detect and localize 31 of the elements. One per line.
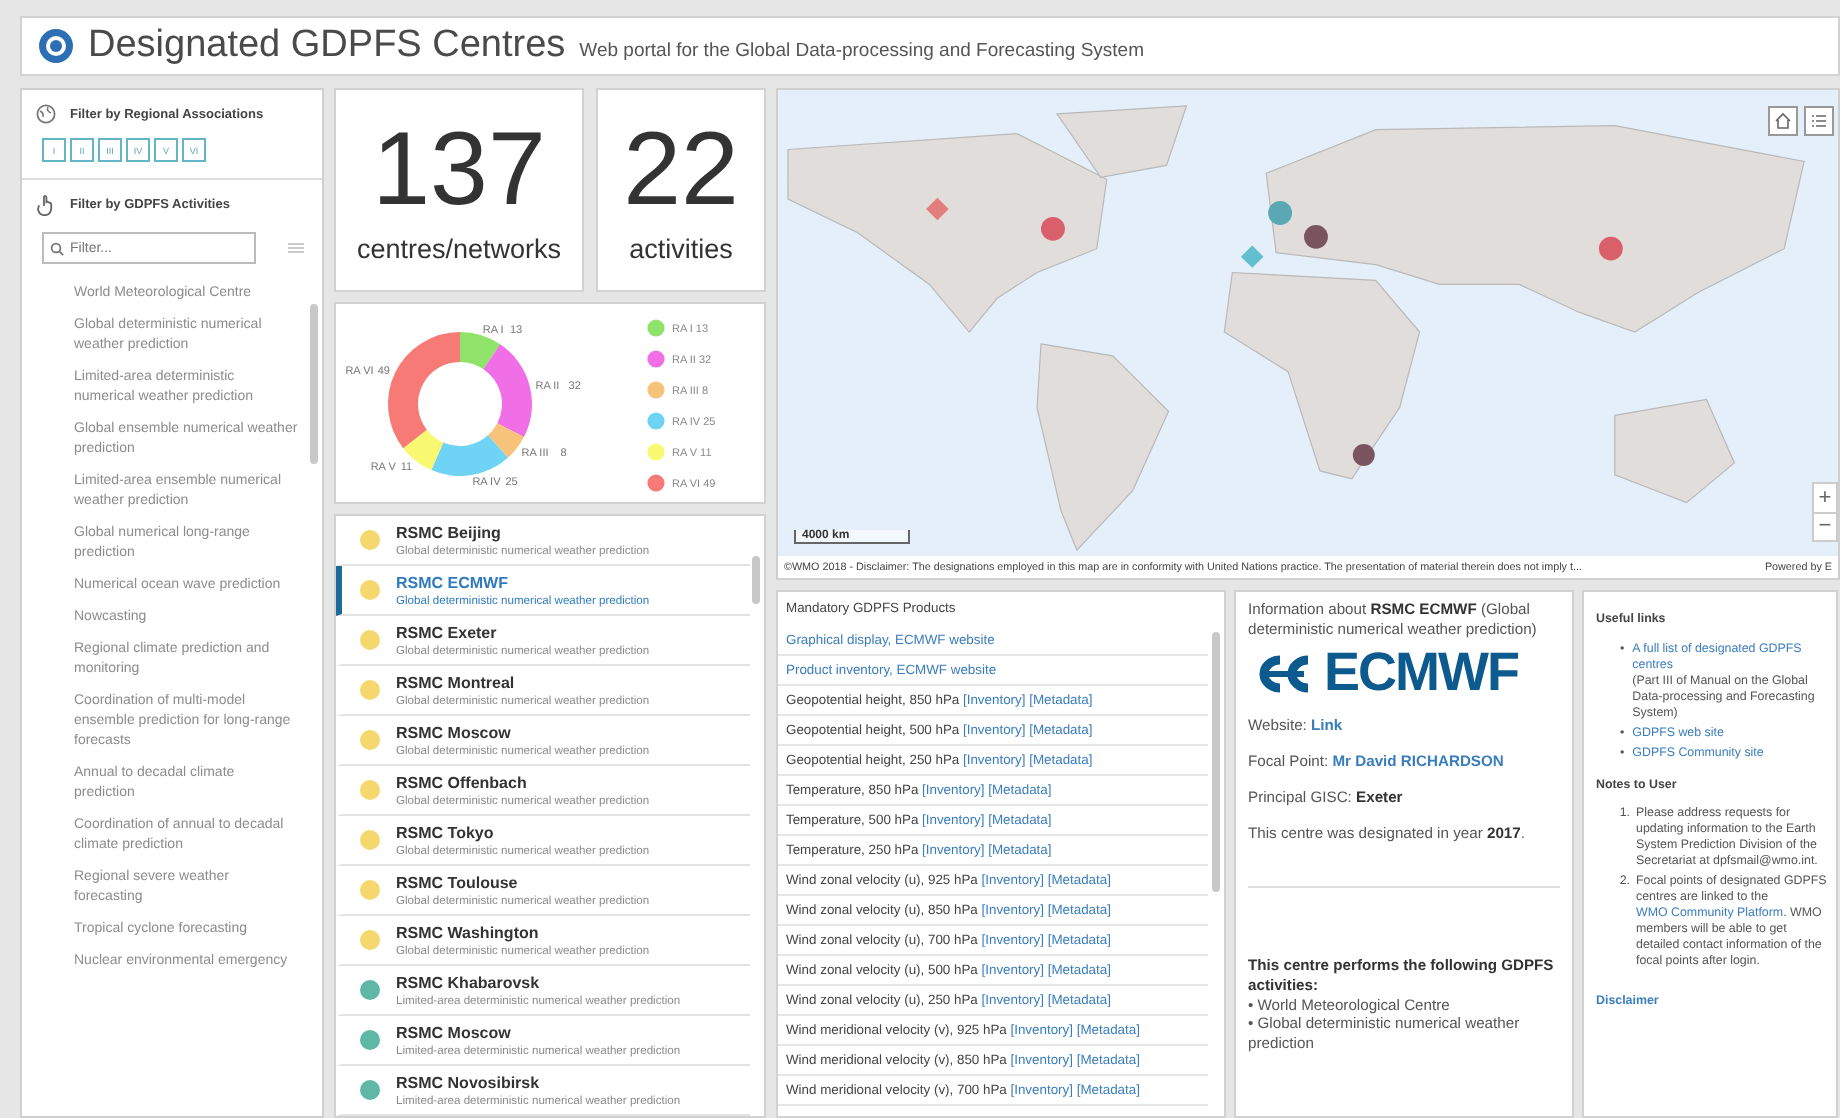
home-button[interactable] (1768, 106, 1798, 136)
centre-name: RSMC Khabarovsk (396, 973, 542, 991)
logo-text: ECMWF (1324, 646, 1518, 701)
app-title: Designated GDPFS Centres (88, 24, 566, 68)
stat-label: activities (629, 233, 733, 263)
centre-name: RSMC Moscow (396, 723, 513, 741)
stat-value: 137 (372, 117, 546, 221)
scrollbar[interactable] (752, 556, 760, 604)
stat-label: centres/networks (356, 233, 562, 263)
layer-list-button[interactable] (1804, 106, 1834, 136)
centre-name: RSMC Offenbach (396, 773, 529, 791)
centre-name: RSMC Beijing (396, 523, 503, 541)
centre-name: RSMC Novosibirsk (396, 1073, 542, 1091)
centre-name: RSMC Tokyo (396, 823, 496, 841)
centre-name: RSMC Exeter (396, 623, 499, 641)
list-icon (1810, 112, 1828, 130)
app-subtitle: Web portal for the Global Data-processing and Forecasting System (579, 39, 1144, 61)
search-icon (50, 241, 64, 255)
centre-name: RSMC Toulouse (396, 873, 520, 891)
centre-name: RSMC ECMWF (396, 573, 510, 591)
scrollbar[interactable] (1212, 632, 1220, 892)
centre-name: RSMC Washington (396, 923, 541, 941)
pointer-icon (36, 194, 56, 216)
globe-logo-icon (38, 28, 74, 64)
home-icon (1774, 112, 1792, 130)
centre-name: RSMC Montreal (396, 673, 517, 691)
stat-value: 22 (623, 117, 739, 221)
list-icon[interactable] (288, 242, 304, 254)
globe-icon (36, 104, 56, 124)
scrollbar[interactable] (310, 304, 318, 464)
centre-name: RSMC Moscow (396, 1023, 513, 1041)
